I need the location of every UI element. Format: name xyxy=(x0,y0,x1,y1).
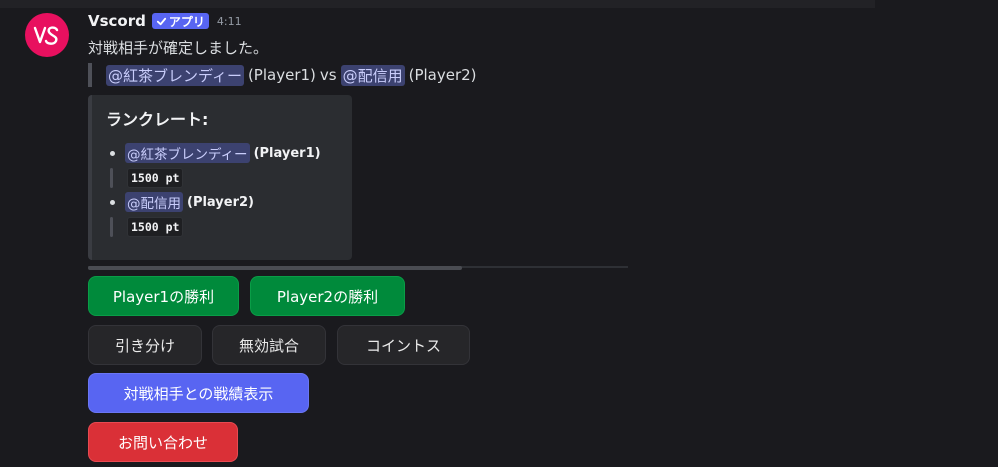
rate-quote: 1500 pt xyxy=(106,214,346,239)
app-badge-label: アプリ xyxy=(168,14,205,29)
quote-bar xyxy=(110,216,113,237)
list-item: @配信用 (Player2) xyxy=(106,190,346,214)
coin-toss-button[interactable]: コイントス xyxy=(337,325,470,365)
list-item: @紅茶ブレンディー (Player1) xyxy=(106,141,346,165)
bullet-icon xyxy=(110,199,115,205)
player1-tag: (Player1) xyxy=(247,66,316,84)
message-header: Vscord アプリ 4:11 xyxy=(88,12,242,30)
match-record-button[interactable]: 対戦相手との戦績表示 xyxy=(88,373,309,413)
bullet-icon xyxy=(110,150,115,156)
username[interactable]: Vscord xyxy=(88,12,146,30)
rank-list: @紅茶ブレンディー (Player1) 1500 pt @配信用 (Player… xyxy=(106,141,346,239)
player2-mention[interactable]: @配信用 xyxy=(340,64,405,86)
check-icon xyxy=(156,17,166,25)
avatar[interactable] xyxy=(25,13,69,57)
vscord-logo-icon xyxy=(33,26,59,45)
player2-win-button[interactable]: Player2の勝利 xyxy=(250,276,405,316)
player2-rate: 1500 pt xyxy=(127,216,184,237)
draw-button[interactable]: 引き分け xyxy=(88,325,202,365)
player2-rank-mention[interactable]: @配信用 xyxy=(125,192,183,212)
player1-rank-mention[interactable]: @紅茶ブレンディー xyxy=(125,143,250,163)
message-content: 対戦相手が確定しました。 xyxy=(88,39,269,57)
player1-rank-tag: (Player1) xyxy=(253,145,321,161)
embed-title: ランクレート: xyxy=(106,110,209,129)
player1-mention[interactable]: @紅茶ブレンディー xyxy=(106,64,244,86)
player1-rate: 1500 pt xyxy=(127,167,184,188)
previous-message-edge xyxy=(0,0,875,8)
player2-rank-tag: (Player2) xyxy=(187,194,254,210)
rank-rate-embed: ランクレート: @紅茶ブレンディー (Player1) 1500 pt @配信用… xyxy=(88,95,352,260)
matchup-quote: @紅茶ブレンディー (Player1) vs @配信用 (Player2) xyxy=(88,63,477,87)
timestamp[interactable]: 4:11 xyxy=(217,15,242,28)
contact-button[interactable]: お問い合わせ xyxy=(88,422,238,462)
vs-label: vs xyxy=(319,66,337,84)
scrollbar-thumb[interactable] xyxy=(88,266,462,270)
no-contest-button[interactable]: 無効試合 xyxy=(212,325,326,365)
rate-quote: 1500 pt xyxy=(106,165,346,190)
player2-tag: (Player2) xyxy=(408,66,477,84)
player1-win-button[interactable]: Player1の勝利 xyxy=(88,276,239,316)
app-badge: アプリ xyxy=(151,13,209,29)
quote-bar xyxy=(110,167,113,188)
